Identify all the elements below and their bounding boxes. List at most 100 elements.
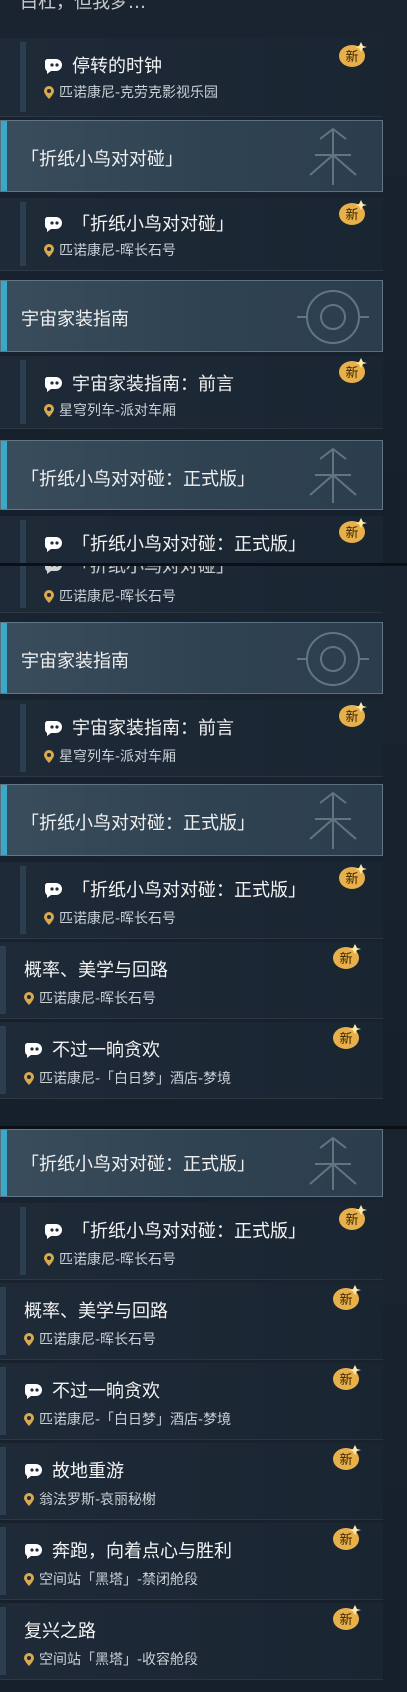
item-location: 星穹列车-派对车厢 xyxy=(59,403,177,419)
cutoff-row: 白杠，但我梦… xyxy=(0,0,407,20)
message-icon xyxy=(24,1464,42,1479)
svg-text:新: 新 xyxy=(345,365,358,381)
list-item[interactable]: 不过一晌贪欢 匹诺康尼-「白日梦」酒店-梦境 新 xyxy=(0,1022,383,1099)
item-title: 复兴之路 xyxy=(24,1621,96,1642)
message-icon xyxy=(44,883,62,898)
svg-text:新: 新 xyxy=(339,951,352,967)
location-pin-icon xyxy=(24,1332,34,1346)
section-title: 「折纸小鸟对对碰：正式版」 xyxy=(21,813,255,834)
location-pin-icon xyxy=(24,1412,34,1426)
section-header[interactable]: 「折纸小鸟对对碰：正式版」 xyxy=(0,1129,383,1197)
item-title: 「折纸小鸟对对碰」 xyxy=(72,214,234,235)
location-pin-icon xyxy=(24,1492,34,1506)
location-pin-icon xyxy=(44,589,54,603)
new-badge-icon: 新 xyxy=(339,1205,367,1230)
screenshot-segment-2: 「折纸小鸟对对碰」 匹诺康尼-晖长石号 宇宙家装指南 宇宙家装指南：前言 星穹列… xyxy=(0,566,407,1126)
list-item[interactable]: 复兴之路 空间站「黑塔」-收容舱段 新 xyxy=(0,1603,383,1680)
new-badge-icon: 新 xyxy=(339,518,367,543)
location-pin-icon xyxy=(24,1572,34,1586)
item-title: 宇宙家装指南：前言 xyxy=(72,374,234,395)
location-pin-icon xyxy=(44,85,54,99)
item-location: 空间站「黑塔」-收容舱段 xyxy=(39,1652,199,1668)
item-title: 概率、美学与回路 xyxy=(24,960,168,981)
list-item[interactable]: 概率、美学与回路 匹诺康尼-晖长石号 新 xyxy=(0,942,383,1019)
item-title: 「折纸小鸟对对碰：正式版」 xyxy=(72,534,306,555)
new-badge-icon: 新 xyxy=(333,1285,361,1310)
svg-text:新: 新 xyxy=(339,1031,352,1047)
message-icon xyxy=(44,59,62,74)
list-item[interactable]: 「折纸小鸟对对碰」 匹诺康尼-晖长石号 xyxy=(0,566,383,613)
svg-text:新: 新 xyxy=(345,525,358,541)
svg-text:新: 新 xyxy=(339,1532,352,1548)
item-title: 「折纸小鸟对对碰：正式版」 xyxy=(72,880,306,901)
section-header[interactable]: 宇宙家装指南 xyxy=(0,622,383,694)
message-icon xyxy=(44,721,62,736)
message-icon xyxy=(44,377,62,392)
list-item[interactable]: 概率、美学与回路 匹诺康尼-晖长石号 新 xyxy=(0,1283,383,1360)
list-item[interactable]: 「折纸小鸟对对碰：正式版」 匹诺康尼-晖长石号 新 xyxy=(0,862,383,939)
new-badge-icon: 新 xyxy=(339,358,367,383)
list-item[interactable]: 「折纸小鸟对对碰：正式版」 匹诺康尼-晖长石号 新 xyxy=(0,1203,383,1280)
item-location: 匹诺康尼-晖长石号 xyxy=(39,991,157,1007)
section-title: 「折纸小鸟对对碰：正式版」 xyxy=(21,1154,255,1175)
list-item[interactable]: 故地重游 翁法罗斯-哀丽秘榭 新 xyxy=(0,1443,383,1520)
svg-text:新: 新 xyxy=(339,1372,352,1388)
new-badge-icon: 新 xyxy=(339,702,367,727)
cutoff-text: 白杠，但我梦… xyxy=(20,0,146,13)
message-icon xyxy=(24,1544,42,1559)
section-header[interactable]: 「折纸小鸟对对碰」 xyxy=(0,120,383,192)
item-location: 星穹列车-派对车厢 xyxy=(59,749,177,765)
location-pin-icon xyxy=(44,243,54,257)
location-pin-icon xyxy=(24,991,34,1005)
location-pin-icon xyxy=(44,1252,54,1266)
message-icon xyxy=(44,537,62,552)
svg-text:新: 新 xyxy=(339,1452,352,1468)
item-location: 匹诺康尼-晖长石号 xyxy=(39,1332,157,1348)
list-item[interactable]: 停转的时钟 匹诺康尼-克劳克影视乐园 新 xyxy=(0,38,383,117)
svg-text:新: 新 xyxy=(345,709,358,725)
new-badge-icon: 新 xyxy=(333,944,361,969)
screenshot-segment-1: 白杠，但我梦… 停转的时钟 匹诺康尼-克劳克影视乐园 新 「折纸小鸟对对碰」 「… xyxy=(0,0,407,563)
item-title: 「折纸小鸟对对碰：正式版」 xyxy=(72,1221,306,1242)
item-title: 概率、美学与回路 xyxy=(24,1301,168,1322)
list-item[interactable]: 不过一晌贪欢 匹诺康尼-「白日梦」酒店-梦境 新 xyxy=(0,1363,383,1440)
item-location: 匹诺康尼-晖长石号 xyxy=(59,589,177,605)
message-icon xyxy=(45,566,62,574)
list-item[interactable]: 奔跑，向着点心与胜利 空间站「黑塔」-禁闭舱段 新 xyxy=(0,1523,383,1600)
location-pin-icon xyxy=(24,1071,34,1085)
item-title: 停转的时钟 xyxy=(72,56,162,77)
message-icon xyxy=(24,1043,42,1058)
section-header[interactable]: 「折纸小鸟对对碰：正式版」 xyxy=(0,440,383,510)
item-location: 匹诺康尼-晖长石号 xyxy=(59,1252,177,1268)
location-pin-icon xyxy=(24,1652,34,1666)
item-location: 翁法罗斯-哀丽秘榭 xyxy=(39,1492,157,1508)
item-location: 匹诺康尼-「白日梦」酒店-梦境 xyxy=(39,1412,232,1428)
message-icon xyxy=(24,1384,42,1399)
item-title: 不过一晌贪欢 xyxy=(52,1040,160,1061)
section-title: 宇宙家装指南 xyxy=(21,309,129,330)
list-item[interactable]: 宇宙家装指南：前言 星穹列车-派对车厢 新 xyxy=(0,356,383,429)
location-pin-icon xyxy=(44,749,54,763)
list-item[interactable]: 宇宙家装指南：前言 星穹列车-派对车厢 新 xyxy=(0,700,383,777)
new-badge-icon: 新 xyxy=(333,1605,361,1630)
svg-text:新: 新 xyxy=(345,49,358,65)
section-title: 「折纸小鸟对对碰：正式版」 xyxy=(21,469,255,490)
message-icon xyxy=(44,217,62,232)
section-header[interactable]: 「折纸小鸟对对碰：正式版」 xyxy=(0,784,383,856)
emblem-icon xyxy=(297,290,369,344)
list-item[interactable]: 「折纸小鸟对对碰」 匹诺康尼-晖长石号 新 xyxy=(0,198,383,271)
svg-text:新: 新 xyxy=(339,1292,352,1308)
location-pin-icon xyxy=(44,403,54,417)
new-badge-icon: 新 xyxy=(339,42,367,67)
item-title: 故地重游 xyxy=(52,1461,124,1482)
section-header[interactable]: 宇宙家装指南 xyxy=(0,280,383,352)
list-item[interactable]: 「折纸小鸟对对碰：正式版」 新 xyxy=(0,516,383,563)
emblem-icon xyxy=(309,791,357,849)
emblem-icon xyxy=(309,127,357,185)
item-location: 匹诺康尼-晖长石号 xyxy=(59,911,177,927)
emblem-icon xyxy=(297,632,369,686)
svg-text:新: 新 xyxy=(345,1212,358,1228)
item-location: 匹诺康尼-晖长石号 xyxy=(59,243,177,259)
message-icon xyxy=(44,1224,62,1239)
location-pin-icon xyxy=(44,911,54,925)
